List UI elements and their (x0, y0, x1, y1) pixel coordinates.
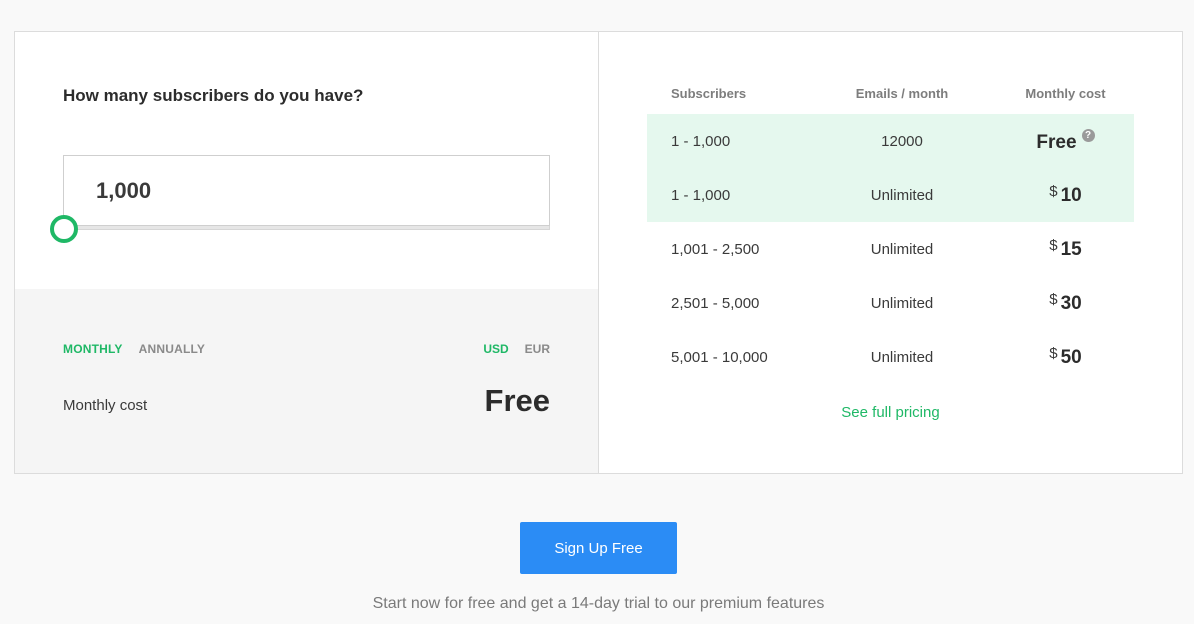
subscriber-slider-track[interactable] (63, 226, 550, 230)
pricing-calculator-card: How many subscribers do you have? MONTHL… (14, 31, 1183, 474)
subscriber-slider-group (50, 155, 551, 243)
help-icon[interactable]: ? (1081, 128, 1095, 142)
usd-option[interactable]: USD (483, 342, 508, 356)
row-emails: Unlimited (807, 168, 997, 222)
calculator-panel: How many subscribers do you have? MONTHL… (15, 32, 599, 473)
row-cost: $50 (997, 330, 1134, 384)
row-emails: Unlimited (870, 240, 934, 258)
currency-symbol: $ (1049, 291, 1058, 308)
monthly-option[interactable]: MONTHLY (63, 342, 123, 356)
row-amount: 30 (1060, 293, 1082, 314)
table-row: 1,001 - 2,500 Unlimited $15 (647, 222, 1134, 276)
subscriber-input-section: How many subscribers do you have? (15, 32, 598, 289)
subscriber-question: How many subscribers do you have? (63, 86, 364, 105)
row-emails: 12000 (807, 114, 997, 168)
subscriber-count-input[interactable] (63, 155, 550, 226)
monthly-cost-label: Monthly cost (63, 397, 148, 414)
row-subscribers: 1,001 - 2,500 (671, 240, 760, 258)
row-subscribers: 1 - 1,000 (647, 168, 807, 222)
table-row: 1 - 1,000 12000 Free? (647, 114, 1134, 168)
row-amount: 50 (1060, 347, 1082, 368)
cost-summary-section: MONTHLY ANNUALLY USD EUR Monthly cost Fr… (15, 289, 598, 473)
see-full-pricing-link[interactable]: See full pricing (647, 404, 1134, 421)
row-amount: Free (1036, 131, 1077, 153)
row-subscribers: 1 - 1,000 (647, 114, 807, 168)
billing-period-toggle: MONTHLY ANNUALLY (63, 342, 205, 356)
row-amount: 15 (1060, 239, 1082, 260)
row-subscribers: 2,501 - 5,000 (671, 294, 760, 312)
table-row: 5,001 - 10,000 Unlimited $50 (647, 330, 1134, 384)
header-cost: Monthly cost (1025, 85, 1106, 101)
row-amount: 10 (1060, 185, 1082, 206)
currency-toggle: USD EUR (483, 342, 550, 356)
table-row: 1 - 1,000 Unlimited $10 (647, 168, 1134, 222)
annually-option[interactable]: ANNUALLY (139, 342, 206, 356)
row-cost: $10 (997, 168, 1134, 222)
row-cost: $15 (997, 222, 1134, 276)
sign-up-free-button[interactable]: Sign Up Free (520, 522, 677, 574)
pricing-table-panel: Subscribers Emails / month Monthly cost … (599, 32, 1182, 473)
currency-symbol: $ (1049, 237, 1058, 254)
row-cost: $30 (997, 276, 1134, 330)
row-emails: Unlimited (870, 348, 934, 366)
row-subscribers: 5,001 - 10,000 (671, 348, 768, 366)
subscriber-slider-handle[interactable] (50, 215, 78, 243)
pricing-table: Subscribers Emails / month Monthly cost … (647, 72, 1134, 384)
currency-symbol: $ (1049, 183, 1058, 200)
table-row: 2,501 - 5,000 Unlimited $30 (647, 276, 1134, 330)
monthly-cost-value: Free (484, 383, 550, 418)
eur-option[interactable]: EUR (525, 342, 550, 356)
row-emails: Unlimited (870, 294, 934, 312)
currency-symbol: $ (1049, 345, 1058, 362)
row-cost: Free? (997, 114, 1134, 168)
table-header-row: Subscribers Emails / month Monthly cost (647, 72, 1134, 114)
header-emails: Emails / month (855, 85, 949, 101)
trial-tagline: Start now for free and get a 14-day tria… (372, 595, 825, 612)
header-subscribers: Subscribers (671, 85, 747, 101)
